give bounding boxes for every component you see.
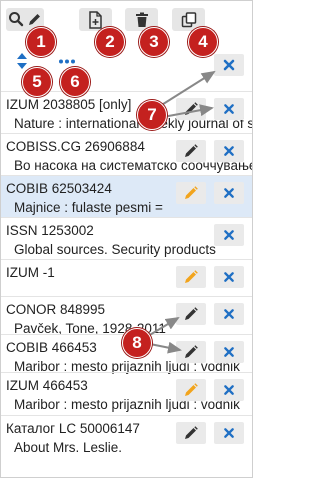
row-divider bbox=[1, 217, 252, 218]
close-icon bbox=[224, 309, 234, 319]
row-divider bbox=[1, 175, 252, 176]
row-divider bbox=[1, 372, 252, 373]
remove-record-button[interactable] bbox=[214, 422, 244, 444]
record-row[interactable]: COBISS.CG 26906884 Во насока на систематс… bbox=[1, 134, 252, 176]
close-icon bbox=[224, 428, 234, 438]
close-icon bbox=[224, 272, 234, 282]
record-row[interactable]: COBIB 62503424 Majnice : fulaste pesmi = bbox=[1, 176, 252, 218]
remove-record-button[interactable] bbox=[214, 224, 244, 246]
row-divider bbox=[1, 415, 252, 416]
more-button[interactable] bbox=[58, 59, 76, 64]
edit-record-button[interactable] bbox=[176, 422, 206, 444]
record-id: IZUM 2038805 [only] bbox=[6, 97, 132, 112]
trash-icon bbox=[135, 12, 148, 27]
record-row[interactable]: ISSN 1253002 Global sources. Security pro… bbox=[1, 218, 252, 260]
close-icon bbox=[224, 230, 234, 240]
close-icon bbox=[224, 188, 234, 198]
pencil-icon bbox=[185, 186, 198, 199]
edit-record-button[interactable] bbox=[176, 379, 206, 401]
remove-record-button[interactable] bbox=[214, 303, 244, 325]
record-id: COBIB 62503424 bbox=[6, 181, 112, 196]
callout-badge: 2 bbox=[95, 27, 125, 57]
callout-badge: 4 bbox=[188, 27, 218, 57]
remove-record-button[interactable] bbox=[214, 98, 244, 120]
edit-record-button[interactable] bbox=[176, 140, 206, 162]
record-id: COBISS.CG 26906884 bbox=[6, 139, 145, 154]
row-divider bbox=[1, 259, 252, 260]
record-id: IZUM -1 bbox=[6, 265, 55, 280]
pencil-icon bbox=[185, 270, 198, 283]
new-document-icon bbox=[88, 10, 102, 29]
more-icon bbox=[59, 59, 75, 64]
edit-record-button[interactable] bbox=[176, 98, 206, 120]
remove-record-button[interactable] bbox=[214, 266, 244, 288]
record-id: ISSN 1253002 bbox=[6, 223, 94, 238]
record-id: CONOR 848995 bbox=[6, 302, 106, 317]
row-divider bbox=[1, 296, 252, 297]
remove-record-button[interactable] bbox=[214, 379, 244, 401]
sort-button[interactable] bbox=[15, 51, 29, 71]
pencil-icon bbox=[185, 383, 198, 396]
edit-record-button[interactable] bbox=[176, 182, 206, 204]
callout-badge: 5 bbox=[22, 67, 52, 97]
edit-record-button[interactable] bbox=[176, 341, 206, 363]
remove-record-button[interactable] bbox=[214, 182, 244, 204]
callout-badge: 7 bbox=[137, 100, 167, 130]
pencil-icon bbox=[185, 144, 198, 157]
sort-icon bbox=[17, 53, 27, 69]
record-row[interactable]: IZUM 466453 Maribor : mesto prijaznih lju… bbox=[1, 373, 252, 416]
close-icon bbox=[224, 385, 234, 395]
pencil-icon bbox=[185, 345, 198, 358]
callout-badge: 3 bbox=[139, 27, 169, 57]
pencil-icon bbox=[185, 426, 198, 439]
copy-icon bbox=[181, 11, 196, 27]
callout-badge: 8 bbox=[122, 328, 152, 358]
callout-badge: 1 bbox=[26, 27, 56, 57]
row-divider bbox=[1, 133, 252, 134]
pencil-icon bbox=[185, 102, 198, 115]
record-id: COBIB 466453 bbox=[6, 340, 97, 355]
edit-record-button[interactable] bbox=[176, 266, 206, 288]
close-all-button[interactable] bbox=[214, 54, 244, 76]
record-row[interactable]: IZUM -1 bbox=[1, 260, 252, 297]
pencil-icon bbox=[185, 307, 198, 320]
close-icon bbox=[224, 146, 234, 156]
remove-record-button[interactable] bbox=[214, 341, 244, 363]
edit-record-button[interactable] bbox=[176, 303, 206, 325]
close-icon bbox=[223, 59, 235, 71]
remove-record-button[interactable] bbox=[214, 140, 244, 162]
record-id: IZUM 466453 bbox=[6, 378, 88, 393]
close-icon bbox=[224, 104, 234, 114]
record-row[interactable]: Каталог LC 50006147 About Mrs. Leslie. bbox=[1, 416, 252, 458]
close-icon bbox=[224, 347, 234, 357]
callout-badge: 6 bbox=[60, 67, 90, 97]
search-icon bbox=[9, 11, 40, 26]
record-row[interactable]: CONOR 848995 Pavček, Tone, 1928-2011 bbox=[1, 297, 252, 336]
record-id: Каталог LC 50006147 bbox=[6, 421, 140, 436]
record-row[interactable]: IZUM 2038805 [only] Nature : internationa… bbox=[1, 92, 252, 134]
